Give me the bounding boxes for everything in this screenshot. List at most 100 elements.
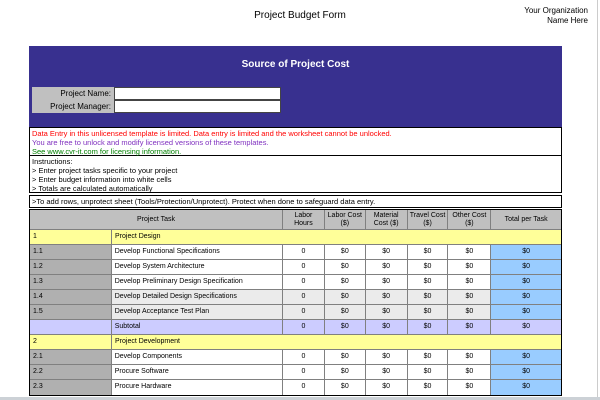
organization-name-line1: Your Organization bbox=[524, 6, 588, 15]
row-number-cell: 1.3 bbox=[30, 275, 112, 290]
cost-entry-cell[interactable]: $0 bbox=[448, 290, 492, 305]
task-row: 1.2 Develop System Architecture 0 $0 $0 $0 $0 $… bbox=[30, 260, 562, 275]
cost-entry-cell[interactable]: $0 bbox=[365, 350, 408, 365]
cost-entry-cell[interactable]: $0 bbox=[365, 290, 408, 305]
add-rows-note: >To add rows, unprotect sheet (Tools/Pro… bbox=[29, 195, 562, 208]
total-per-task-cell: $0 bbox=[491, 275, 562, 290]
project-manager-input[interactable] bbox=[114, 100, 281, 113]
cost-entry-cell[interactable]: $0 bbox=[448, 380, 492, 395]
cost-entry-cell[interactable]: 0 bbox=[283, 350, 325, 365]
task-row: 2.1 Develop Components 0 $0 $0 $0 $0 $0 bbox=[30, 350, 562, 365]
budget-form-sheet: Source of Project Cost Project Name: Pro… bbox=[29, 46, 562, 396]
column-header-project-task: Project Task bbox=[30, 210, 283, 230]
cost-entry-cell[interactable]: $0 bbox=[324, 305, 366, 320]
task-name-cell[interactable]: Develop Acceptance Test Plan bbox=[111, 305, 284, 320]
cost-entry-cell[interactable]: $0 bbox=[365, 245, 408, 260]
total-per-task-cell: $0 bbox=[491, 350, 562, 365]
column-header-total-per-task: Total per Task bbox=[491, 210, 562, 230]
cost-entry-cell[interactable]: $0 bbox=[407, 290, 449, 305]
subtotal-row: Subtotal 0 $0 $0 $0 $0 $0 bbox=[30, 320, 562, 335]
license-notice-link-line: See www.cvr-it.com for licensing informa… bbox=[32, 147, 182, 156]
row-number-cell: 1.4 bbox=[30, 290, 112, 305]
task-name-cell[interactable]: Develop Detailed Design Specifications bbox=[111, 290, 284, 305]
row-number-cell: 1.1 bbox=[30, 245, 112, 260]
page-background: Project Budget Form Your Organization Na… bbox=[0, 0, 600, 400]
cost-entry-cell[interactable]: $0 bbox=[365, 365, 408, 380]
column-header-labor-hours: Labor Hours bbox=[283, 210, 325, 230]
cost-entry-cell[interactable]: $0 bbox=[407, 245, 449, 260]
section-title-cell: Project Development bbox=[112, 335, 561, 350]
cost-entry-cell[interactable]: $0 bbox=[324, 275, 366, 290]
column-header-material-cost: Material Cost ($) bbox=[365, 210, 408, 230]
total-per-task-cell: $0 bbox=[491, 320, 562, 335]
cost-entry-cell: $0 bbox=[324, 320, 366, 335]
cost-entry-cell[interactable]: $0 bbox=[365, 305, 408, 320]
task-row: 1.4 Develop Detailed Design Specification… bbox=[30, 290, 562, 305]
row-number-cell: 1 bbox=[30, 230, 112, 245]
task-row: 1.1 Develop Functional Specifications 0 $0 $… bbox=[30, 245, 562, 260]
cost-entry-cell[interactable]: $0 bbox=[407, 350, 449, 365]
task-name-cell[interactable]: Develop System Architecture bbox=[111, 260, 284, 275]
banner-title: Source of Project Cost bbox=[241, 59, 350, 70]
cost-entry-cell[interactable]: $0 bbox=[365, 275, 408, 290]
project-manager-row: Project Manager: bbox=[32, 100, 281, 113]
total-per-task-cell: $0 bbox=[491, 245, 562, 260]
cost-entry-cell[interactable]: 0 bbox=[283, 305, 325, 320]
task-name-cell[interactable]: Procure Software bbox=[111, 365, 284, 380]
cost-entry-cell[interactable]: $0 bbox=[448, 260, 492, 275]
page-title: Project Budget Form bbox=[254, 10, 346, 21]
task-name-cell[interactable]: Develop Components bbox=[111, 350, 284, 365]
cost-entry-cell[interactable]: $0 bbox=[407, 380, 449, 395]
cost-entry-cell[interactable]: 0 bbox=[283, 365, 325, 380]
cost-entry-cell[interactable]: 0 bbox=[283, 380, 325, 395]
cost-entry-cell: 0 bbox=[283, 320, 325, 335]
cost-entry-cell[interactable]: $0 bbox=[407, 305, 449, 320]
cost-entry-cell[interactable]: $0 bbox=[407, 365, 449, 380]
organization-name-line2: Name Here bbox=[547, 16, 588, 25]
cost-entry-cell: $0 bbox=[448, 320, 492, 335]
cost-entry-cell[interactable]: $0 bbox=[448, 275, 492, 290]
cost-entry-cell[interactable]: 0 bbox=[283, 290, 325, 305]
row-number-cell: 1.2 bbox=[30, 260, 112, 275]
column-header-travel-cost: Travel Cost ($) bbox=[407, 210, 449, 230]
total-per-task-cell: $0 bbox=[491, 290, 562, 305]
instruction-item: > Enter project tasks specific to your p… bbox=[32, 166, 178, 175]
cost-entry-cell[interactable]: $0 bbox=[324, 245, 366, 260]
cost-entry-cell[interactable]: $0 bbox=[407, 275, 449, 290]
instruction-item: > Enter budget information into white ce… bbox=[32, 175, 172, 184]
task-row: 1.3 Develop Preliminary Design Specificat… bbox=[30, 275, 562, 290]
project-name-input[interactable] bbox=[114, 87, 281, 100]
instructions-box: Instructions: > Enter project tasks spec… bbox=[29, 156, 562, 193]
cost-entry-cell[interactable]: $0 bbox=[324, 290, 366, 305]
row-number-cell: 2.1 bbox=[30, 350, 112, 365]
task-row: 2.2 Procure Software 0 $0 $0 $0 $0 $0 bbox=[30, 365, 562, 380]
cost-entry-cell[interactable]: $0 bbox=[324, 380, 366, 395]
cost-entry-cell[interactable]: $0 bbox=[365, 260, 408, 275]
cost-entry-cell[interactable]: $0 bbox=[324, 260, 366, 275]
row-number-cell bbox=[30, 320, 112, 335]
task-name-cell[interactable]: Procure Hardware bbox=[111, 380, 284, 395]
task-row: 2.3 Procure Hardware 0 $0 $0 $0 $0 $0 bbox=[30, 380, 562, 395]
instruction-item: > Totals are calculated automatically bbox=[32, 184, 153, 193]
license-notice-line2: You are free to unlock and modify licens… bbox=[32, 138, 269, 147]
task-name-cell[interactable]: Develop Preliminary Design Specification bbox=[111, 275, 284, 290]
budget-table: Project Task Labor Hours Labor Cost ($) … bbox=[29, 209, 562, 396]
table-header-row: Project Task Labor Hours Labor Cost ($) … bbox=[30, 210, 562, 230]
cost-entry-cell[interactable]: $0 bbox=[407, 260, 449, 275]
cost-entry-cell[interactable]: $0 bbox=[324, 350, 366, 365]
cost-entry-cell[interactable]: 0 bbox=[283, 245, 325, 260]
task-name-cell[interactable]: Develop Functional Specifications bbox=[111, 245, 284, 260]
cost-entry-cell[interactable]: $0 bbox=[448, 305, 492, 320]
project-name-label: Project Name: bbox=[32, 87, 114, 100]
cost-entry-cell[interactable]: $0 bbox=[448, 365, 492, 380]
license-notice-box: Data Entry in this unlicensed template i… bbox=[29, 127, 562, 156]
cost-entry-cell[interactable]: $0 bbox=[448, 245, 492, 260]
cost-entry-cell: $0 bbox=[365, 320, 408, 335]
cost-entry-cell[interactable]: 0 bbox=[283, 275, 325, 290]
section-title-cell: Project Design bbox=[112, 230, 561, 245]
row-number-cell: 2 bbox=[30, 335, 112, 350]
cost-entry-cell[interactable]: $0 bbox=[448, 350, 492, 365]
cost-entry-cell[interactable]: 0 bbox=[283, 260, 325, 275]
cost-entry-cell[interactable]: $0 bbox=[365, 380, 408, 395]
cost-entry-cell[interactable]: $0 bbox=[324, 365, 366, 380]
